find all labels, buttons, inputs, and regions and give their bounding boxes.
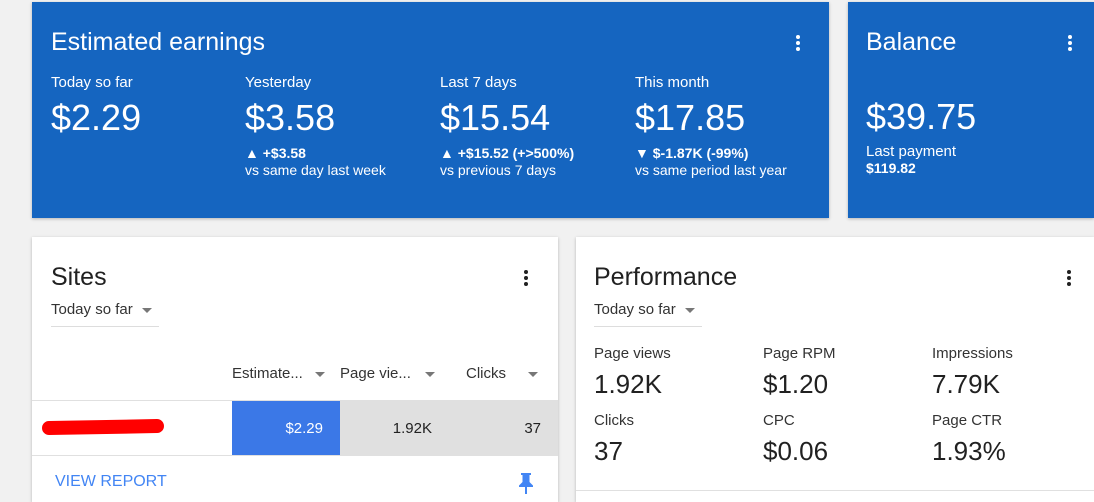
last-payment-value: $119.82 — [866, 160, 916, 176]
dropdown-label: Today so far — [594, 301, 676, 318]
sites-card: Sites Today so far Estimate... Page vie.… — [32, 237, 558, 502]
last-payment-label: Last payment — [866, 143, 957, 160]
column-header-label: Page vie... — [340, 365, 411, 382]
metric-value: 1.92K — [594, 369, 662, 399]
divider — [32, 455, 558, 456]
sites-title: Sites — [51, 263, 107, 291]
pin-icon[interactable] — [516, 472, 536, 494]
redacted-site-name — [41, 418, 165, 436]
divider — [576, 490, 1094, 491]
more-vert-icon[interactable] — [514, 266, 538, 290]
estimated-earnings-card: Estimated earnings Today so far $2.29 Ye… — [32, 2, 829, 218]
metric-value: 1.93% — [932, 436, 1006, 466]
more-vert-icon[interactable] — [1057, 266, 1081, 290]
table-row[interactable]: $2.29 1.92K 37 — [32, 401, 558, 455]
column-header-clicks[interactable]: Clicks — [466, 365, 538, 382]
performance-metric-impressions: Impressions 7.79K — [932, 345, 1013, 400]
performance-metric-page-rpm: Page RPM $1.20 — [763, 345, 836, 400]
metric-yesterday: Yesterday $3.58 ▲ +$3.58 vs same day las… — [245, 74, 435, 178]
metric-label: Clicks — [594, 412, 634, 429]
metric-compare: vs same day last week — [245, 162, 386, 178]
metric-label: This month — [635, 74, 710, 91]
performance-metric-clicks: Clicks 37 — [594, 412, 634, 467]
sort-caret-icon — [528, 371, 538, 377]
more-vert-icon[interactable] — [786, 31, 810, 55]
sites-period-dropdown[interactable]: Today so far — [51, 301, 159, 327]
metric-today: Today so far $2.29 — [51, 74, 241, 139]
metric-change: ▲ +$3.58 — [245, 145, 306, 161]
metric-label: Page CTR — [932, 412, 1003, 429]
metric-this-month: This month $17.85 ▼ $-1.87K (-99%) vs sa… — [635, 74, 825, 178]
sort-caret-icon — [314, 371, 325, 377]
balance-card: Balance $39.75 Last payment $119.82 — [848, 2, 1094, 218]
dropdown-label: Today so far — [51, 301, 133, 318]
metric-label: CPC — [763, 412, 795, 429]
metric-change: ▲ +$15.52 (+>500%) — [440, 145, 575, 161]
column-header-estimated-earnings[interactable]: Estimate... — [232, 365, 325, 382]
metric-value: $3.58 — [245, 97, 336, 138]
metric-label: Yesterday — [245, 74, 312, 91]
metric-last-7-days: Last 7 days $15.54 ▲ +$15.52 (+>500%) vs… — [440, 74, 630, 178]
metric-label: Page views — [594, 345, 671, 362]
metric-value: $17.85 — [635, 97, 746, 138]
performance-metric-page-ctr: Page CTR 1.93% — [932, 412, 1006, 467]
performance-metric-cpc: CPC $0.06 — [763, 412, 828, 467]
metric-value: $15.54 — [440, 97, 551, 138]
dropdown-caret-icon — [684, 307, 695, 313]
dropdown-caret-icon — [141, 307, 152, 313]
cell-clicks: 37 — [449, 401, 558, 455]
metric-compare: vs previous 7 days — [440, 162, 556, 178]
column-header-page-views[interactable]: Page vie... — [340, 365, 435, 382]
metric-value: 7.79K — [932, 369, 1000, 399]
sort-caret-icon — [424, 371, 435, 377]
metric-label: Last 7 days — [440, 74, 517, 91]
cell-estimated-earnings: $2.29 — [232, 401, 340, 455]
metric-value: $0.06 — [763, 436, 829, 466]
performance-metric-page-views: Page views 1.92K — [594, 345, 671, 400]
metric-label: Impressions — [932, 345, 1013, 362]
cell-page-views: 1.92K — [340, 401, 449, 455]
performance-period-dropdown[interactable]: Today so far — [594, 301, 702, 327]
more-vert-icon[interactable] — [1058, 31, 1082, 55]
performance-title: Performance — [594, 263, 738, 291]
performance-card: Performance Today so far Page views 1.92… — [576, 237, 1094, 502]
earnings-title: Estimated earnings — [51, 28, 266, 56]
column-header-label: Clicks — [466, 365, 506, 382]
metric-label: Today so far — [51, 74, 133, 91]
metric-value: 37 — [594, 436, 623, 466]
metric-change: ▼ $-1.87K (-99%) — [635, 145, 749, 161]
metric-compare: vs same period last year — [635, 162, 787, 178]
metric-value: $1.20 — [763, 369, 829, 399]
metric-label: Page RPM — [763, 345, 836, 362]
view-report-link[interactable]: VIEW REPORT — [55, 473, 167, 491]
metric-value: $2.29 — [51, 97, 142, 138]
balance-title: Balance — [866, 28, 957, 56]
balance-value: $39.75 — [866, 96, 977, 137]
column-header-label: Estimate... — [232, 365, 303, 382]
